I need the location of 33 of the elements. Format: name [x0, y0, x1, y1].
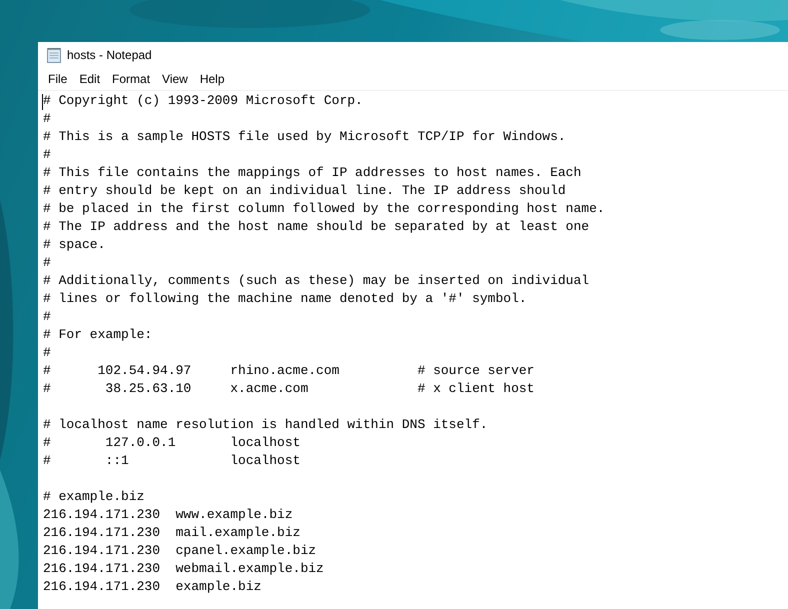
text-line: # 127.0.0.1 localhost	[43, 434, 300, 452]
text-line: # be placed in the first column followed by the corresponding host name.	[43, 200, 605, 218]
text-line: # example.biz	[43, 488, 144, 506]
menu-item[interactable]: Format	[106, 70, 156, 88]
text-line: #	[43, 344, 51, 362]
text-line: 216.194.171.230 cpanel.example.biz	[43, 542, 316, 560]
text-line: # The IP address and the host name should be separated by at least one	[43, 218, 590, 236]
text-line: #	[43, 110, 51, 128]
text-line: # Copyright (c) 1993-2009 Microsoft Corp.	[43, 92, 363, 110]
text-line: 216.194.171.230 mail.example.biz	[43, 524, 300, 542]
text-line: # This file contains the mappings of IP addresses to host names. Each	[43, 164, 582, 182]
menu-item[interactable]: Help	[194, 70, 231, 88]
text-line: # This is a sample HOSTS file used by Microsoft TCP/IP for Windows.	[43, 128, 566, 146]
text-line: 216.194.171.230 webmail.example.biz	[43, 560, 324, 578]
menu-item[interactable]: View	[156, 70, 194, 88]
text-line: #	[43, 254, 51, 272]
text-line: #	[43, 146, 51, 164]
text-line: #	[43, 308, 51, 326]
text-line: 216.194.171.230 www.example.biz	[43, 506, 293, 524]
text-line: # lines or following the machine name denoted by a '#' symbol.	[43, 290, 527, 308]
text-line: # 38.25.63.10 x.acme.com # x client host	[43, 380, 534, 398]
text-line: # Additionally, comments (such as these) may be inserted on individual	[43, 272, 590, 290]
text-line: 216.194.171.230 example.biz	[43, 578, 262, 596]
notepad-icon	[47, 47, 61, 63]
text-line: # space.	[43, 236, 106, 254]
window-title: hosts - Notepad	[67, 48, 152, 62]
text-line: # ::1 localhost	[43, 452, 300, 470]
menu-item[interactable]: Edit	[73, 70, 106, 88]
text-line: # entry should be kept on an individual line. The IP address should	[43, 182, 566, 200]
text-line: # 102.54.94.97 rhino.acme.com # source server	[43, 362, 534, 380]
menu-item[interactable]: File	[42, 70, 74, 88]
text-line: # For example:	[43, 326, 152, 344]
text-line: # localhost name resolution is handled within DNS itself.	[43, 416, 488, 434]
